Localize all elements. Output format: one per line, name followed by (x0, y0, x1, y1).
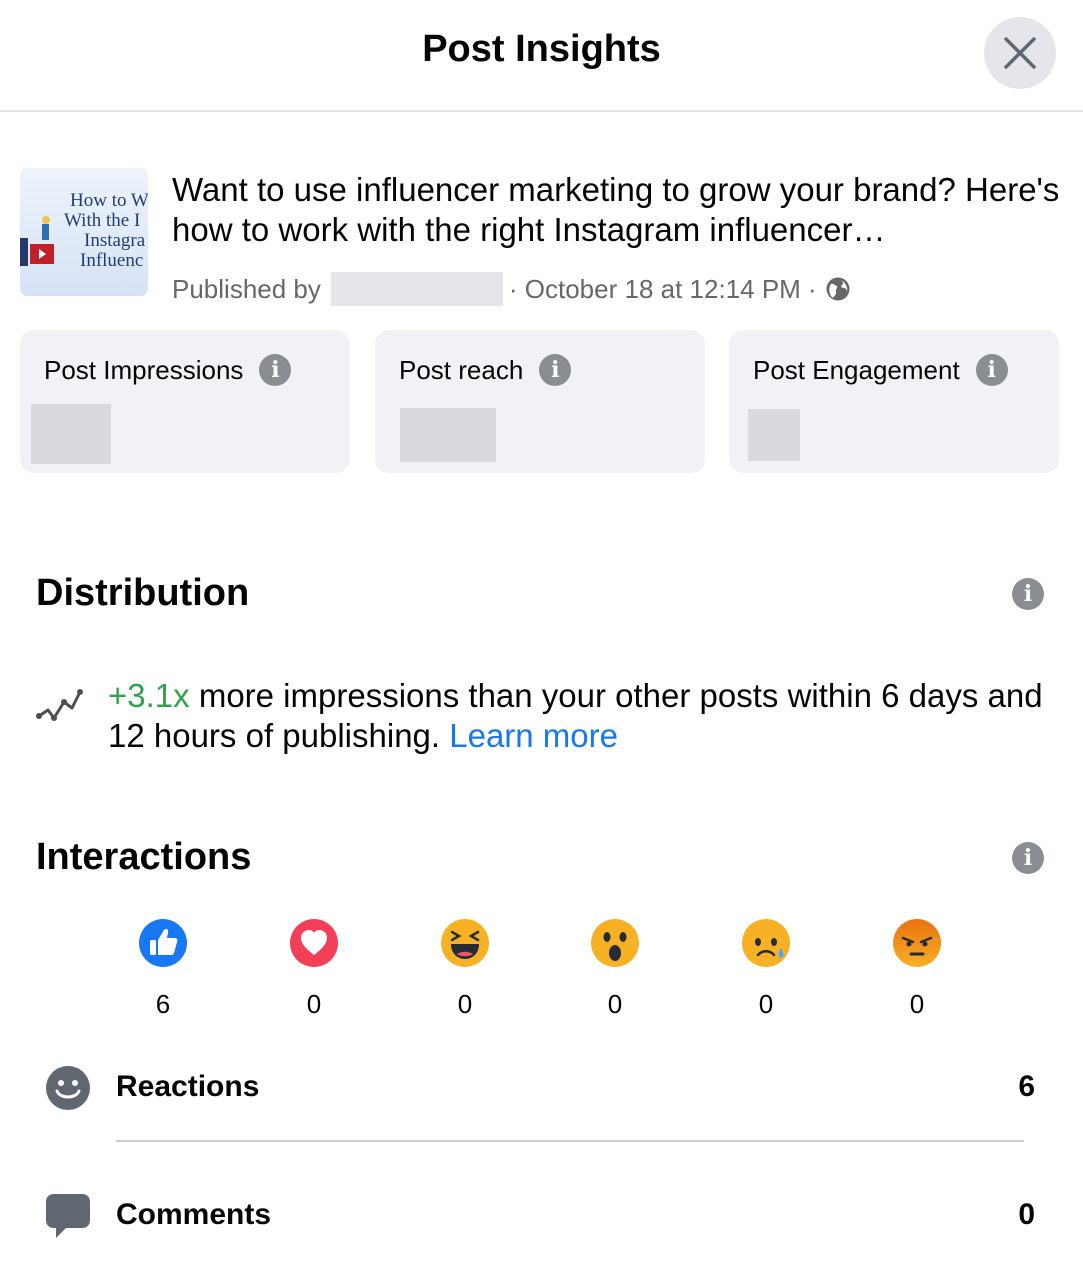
post-date: · October 18 at 12:14 PM · (508, 273, 817, 304)
distribution-highlight: +3.1x (108, 677, 190, 714)
metric-card-engagement: Post Engagement i (729, 330, 1059, 473)
row-label: Reactions (116, 1070, 260, 1103)
row-count: 0 (1018, 1198, 1035, 1231)
info-icon[interactable]: i (975, 354, 1008, 386)
person-illustration (20, 216, 54, 266)
close-icon (1004, 37, 1036, 69)
dialog-title: Post Insights (422, 28, 661, 70)
post-text[interactable]: Want to use influencer marketing to grow… (172, 170, 1062, 250)
interactions-title: Interactions (36, 836, 252, 878)
dialog-header: Post Insights (0, 0, 1083, 112)
metric-label: Post reach (399, 354, 524, 385)
post-meta: Published by · October 18 at 12:14 PM · (172, 272, 851, 306)
reaction-count: 0 (607, 989, 623, 1019)
metric-card-reach: Post reach i (375, 330, 705, 473)
trend-chart-icon (36, 689, 83, 721)
redacted-metric-value (748, 409, 800, 461)
post-thumbnail[interactable]: How to W With the I Instagra Influenc (20, 168, 148, 296)
info-icon[interactable]: i (259, 354, 292, 386)
distribution-title: Distribution (36, 572, 250, 614)
thumbnail-text-line: Instagra (84, 230, 146, 251)
thumbnail-text-line: Influenc (80, 250, 144, 271)
globe-icon (826, 277, 850, 301)
reaction-haha: 0 (435, 918, 495, 1020)
reaction-angry: 0 (887, 918, 947, 1020)
info-icon[interactable]: i (539, 354, 572, 386)
metric-label-wrap: Post Impressions i (44, 354, 292, 386)
thumbnail-text-line: With the I (64, 210, 141, 231)
reaction-sad: 0 (736, 918, 796, 1020)
info-icon[interactable]: i (1012, 578, 1044, 610)
reaction-count: 0 (457, 989, 473, 1019)
metric-label: Post Engagement (753, 354, 960, 385)
metric-card-impressions: Post Impressions i (20, 330, 350, 473)
redacted-metric-value (400, 408, 496, 462)
metric-label-wrap: Post reach i (399, 354, 572, 386)
row-label: Comments (116, 1198, 272, 1231)
distribution-text: +3.1x more impressions than your other p… (108, 676, 1048, 756)
close-button[interactable] (984, 17, 1056, 89)
reaction-breakdown: 6 0 0 0 0 0 (0, 918, 1083, 1020)
reaction-love: 0 (284, 918, 344, 1020)
redacted-metric-value (31, 404, 111, 464)
reaction-count: 6 (155, 989, 171, 1019)
like-icon (139, 919, 187, 967)
love-icon (290, 919, 338, 967)
comment-icon (46, 1194, 90, 1238)
reaction-like: 6 (133, 918, 193, 1020)
reaction-count: 0 (758, 989, 774, 1019)
redacted-author (330, 272, 503, 306)
smiley-icon (46, 1066, 90, 1110)
info-icon[interactable]: i (1012, 842, 1044, 874)
reaction-count: 0 (909, 989, 925, 1019)
metric-label-wrap: Post Engagement i (753, 354, 1008, 386)
reactions-row[interactable]: Reactions 6 (0, 1064, 1083, 1144)
wow-icon (591, 919, 639, 967)
reaction-wow: 0 (585, 918, 645, 1020)
row-divider (116, 1140, 1024, 1142)
sad-icon (742, 919, 790, 967)
haha-icon (441, 919, 489, 967)
row-count: 6 (1018, 1070, 1035, 1103)
learn-more-link[interactable]: Learn more (449, 717, 618, 754)
reaction-count: 0 (306, 989, 322, 1019)
published-by-label: Published by (172, 273, 321, 304)
thumbnail-text-line: How to W (70, 190, 148, 211)
comments-row[interactable]: Comments 0 (0, 1192, 1083, 1272)
angry-icon (893, 919, 941, 967)
metric-label: Post Impressions (44, 354, 244, 385)
